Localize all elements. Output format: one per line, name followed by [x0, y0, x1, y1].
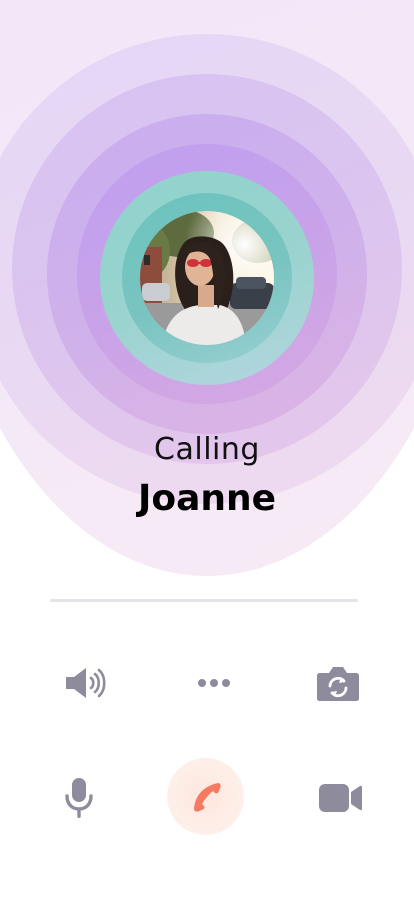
switch-camera-icon — [317, 667, 359, 701]
video-camera-icon — [319, 784, 362, 812]
call-screen: Calling Joanne — [0, 0, 414, 899]
video-camera-button[interactable] — [314, 778, 366, 818]
contact-avatar — [140, 211, 274, 345]
microphone-icon — [65, 778, 93, 818]
contact-name: Joanne — [137, 478, 277, 519]
end-call-icon — [193, 782, 221, 812]
speaker-icon — [66, 668, 106, 698]
more-options-button[interactable] — [190, 670, 238, 696]
speaker-button[interactable] — [58, 663, 112, 703]
more-icon — [198, 679, 230, 687]
switch-camera-button[interactable] — [312, 661, 364, 705]
microphone-button[interactable] — [58, 775, 100, 821]
call-status-label: Calling — [154, 432, 260, 467]
divider — [50, 599, 358, 602]
end-call-button[interactable] — [167, 758, 244, 835]
